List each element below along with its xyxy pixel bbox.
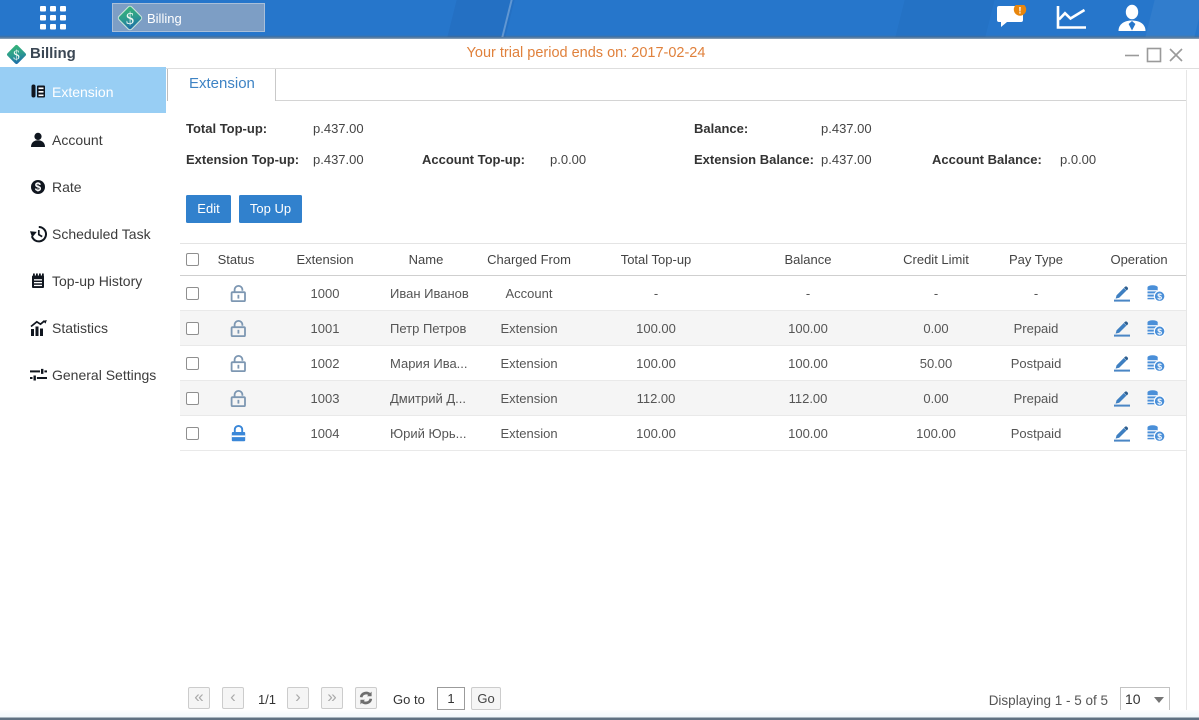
svg-text:$: $: [126, 9, 134, 28]
svg-text:!: !: [1018, 6, 1021, 17]
svg-text:$: $: [35, 182, 42, 194]
